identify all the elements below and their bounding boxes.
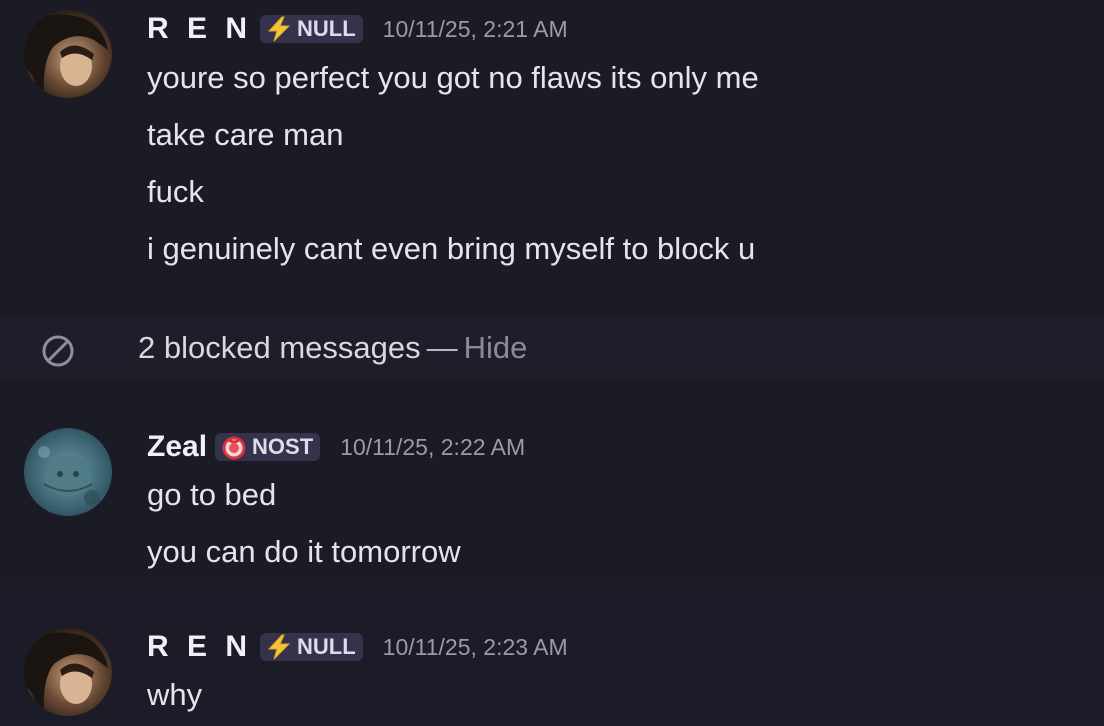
blocked-messages-row: 2 blocked messages — Hide <box>0 318 1104 380</box>
message-text: you can do it tomorrow <box>147 534 461 569</box>
timestamp[interactable]: 10/11/25, 2:21 AM <box>383 16 568 43</box>
message-group-ren-2: R E N NULL 10/11/25, 2:23 AM why <box>0 580 1104 726</box>
red-ring-icon <box>219 434 249 460</box>
tag-label: NULL <box>297 16 356 41</box>
message-header: R E N NULL 10/11/25, 2:23 AM <box>147 630 568 664</box>
ren-avatar[interactable] <box>24 10 112 98</box>
blocked-icon <box>40 333 76 369</box>
message-header: R E N NULL 10/11/25, 2:21 AM <box>147 12 568 46</box>
message-text: i genuinely cant even bring myself to bl… <box>147 231 756 266</box>
zeal-avatar[interactable] <box>24 428 112 516</box>
author-name[interactable]: R E N <box>147 630 252 664</box>
hide-blocked-link[interactable]: Hide <box>464 330 528 365</box>
server-tag[interactable]: NULL <box>260 15 363 43</box>
message-group-ren-1: R E N NULL 10/11/25, 2:21 AM youre so pe… <box>0 0 1104 318</box>
timestamp[interactable]: 10/11/25, 2:22 AM <box>340 434 525 461</box>
tag-label: NOST <box>252 434 314 459</box>
message-text: take care man <box>147 117 344 152</box>
message-text: why <box>147 677 203 712</box>
blocked-count-label: 2 blocked messages <box>138 330 421 365</box>
server-tag[interactable]: NOST <box>215 433 321 461</box>
message-group-zeal: Zeal NOST 10/11/25, 2:22 AM go to bed yo… <box>0 380 1104 580</box>
tag-label: NULL <box>297 634 356 659</box>
message-text: fuck <box>147 174 204 209</box>
server-tag[interactable]: NULL <box>260 633 363 661</box>
lightning-icon <box>264 16 294 42</box>
ren-avatar[interactable] <box>24 628 112 716</box>
blocked-messages-text: 2 blocked messages — Hide <box>138 330 527 366</box>
author-name[interactable]: R E N <box>147 12 252 46</box>
separator: — <box>426 330 458 365</box>
author-name[interactable]: Zeal <box>147 430 207 464</box>
lightning-icon <box>264 634 294 660</box>
timestamp[interactable]: 10/11/25, 2:23 AM <box>383 634 568 661</box>
message-text: youre so perfect you got no flaws its on… <box>147 60 759 95</box>
message-text: go to bed <box>147 477 277 512</box>
message-header: Zeal NOST 10/11/25, 2:22 AM <box>147 430 525 464</box>
